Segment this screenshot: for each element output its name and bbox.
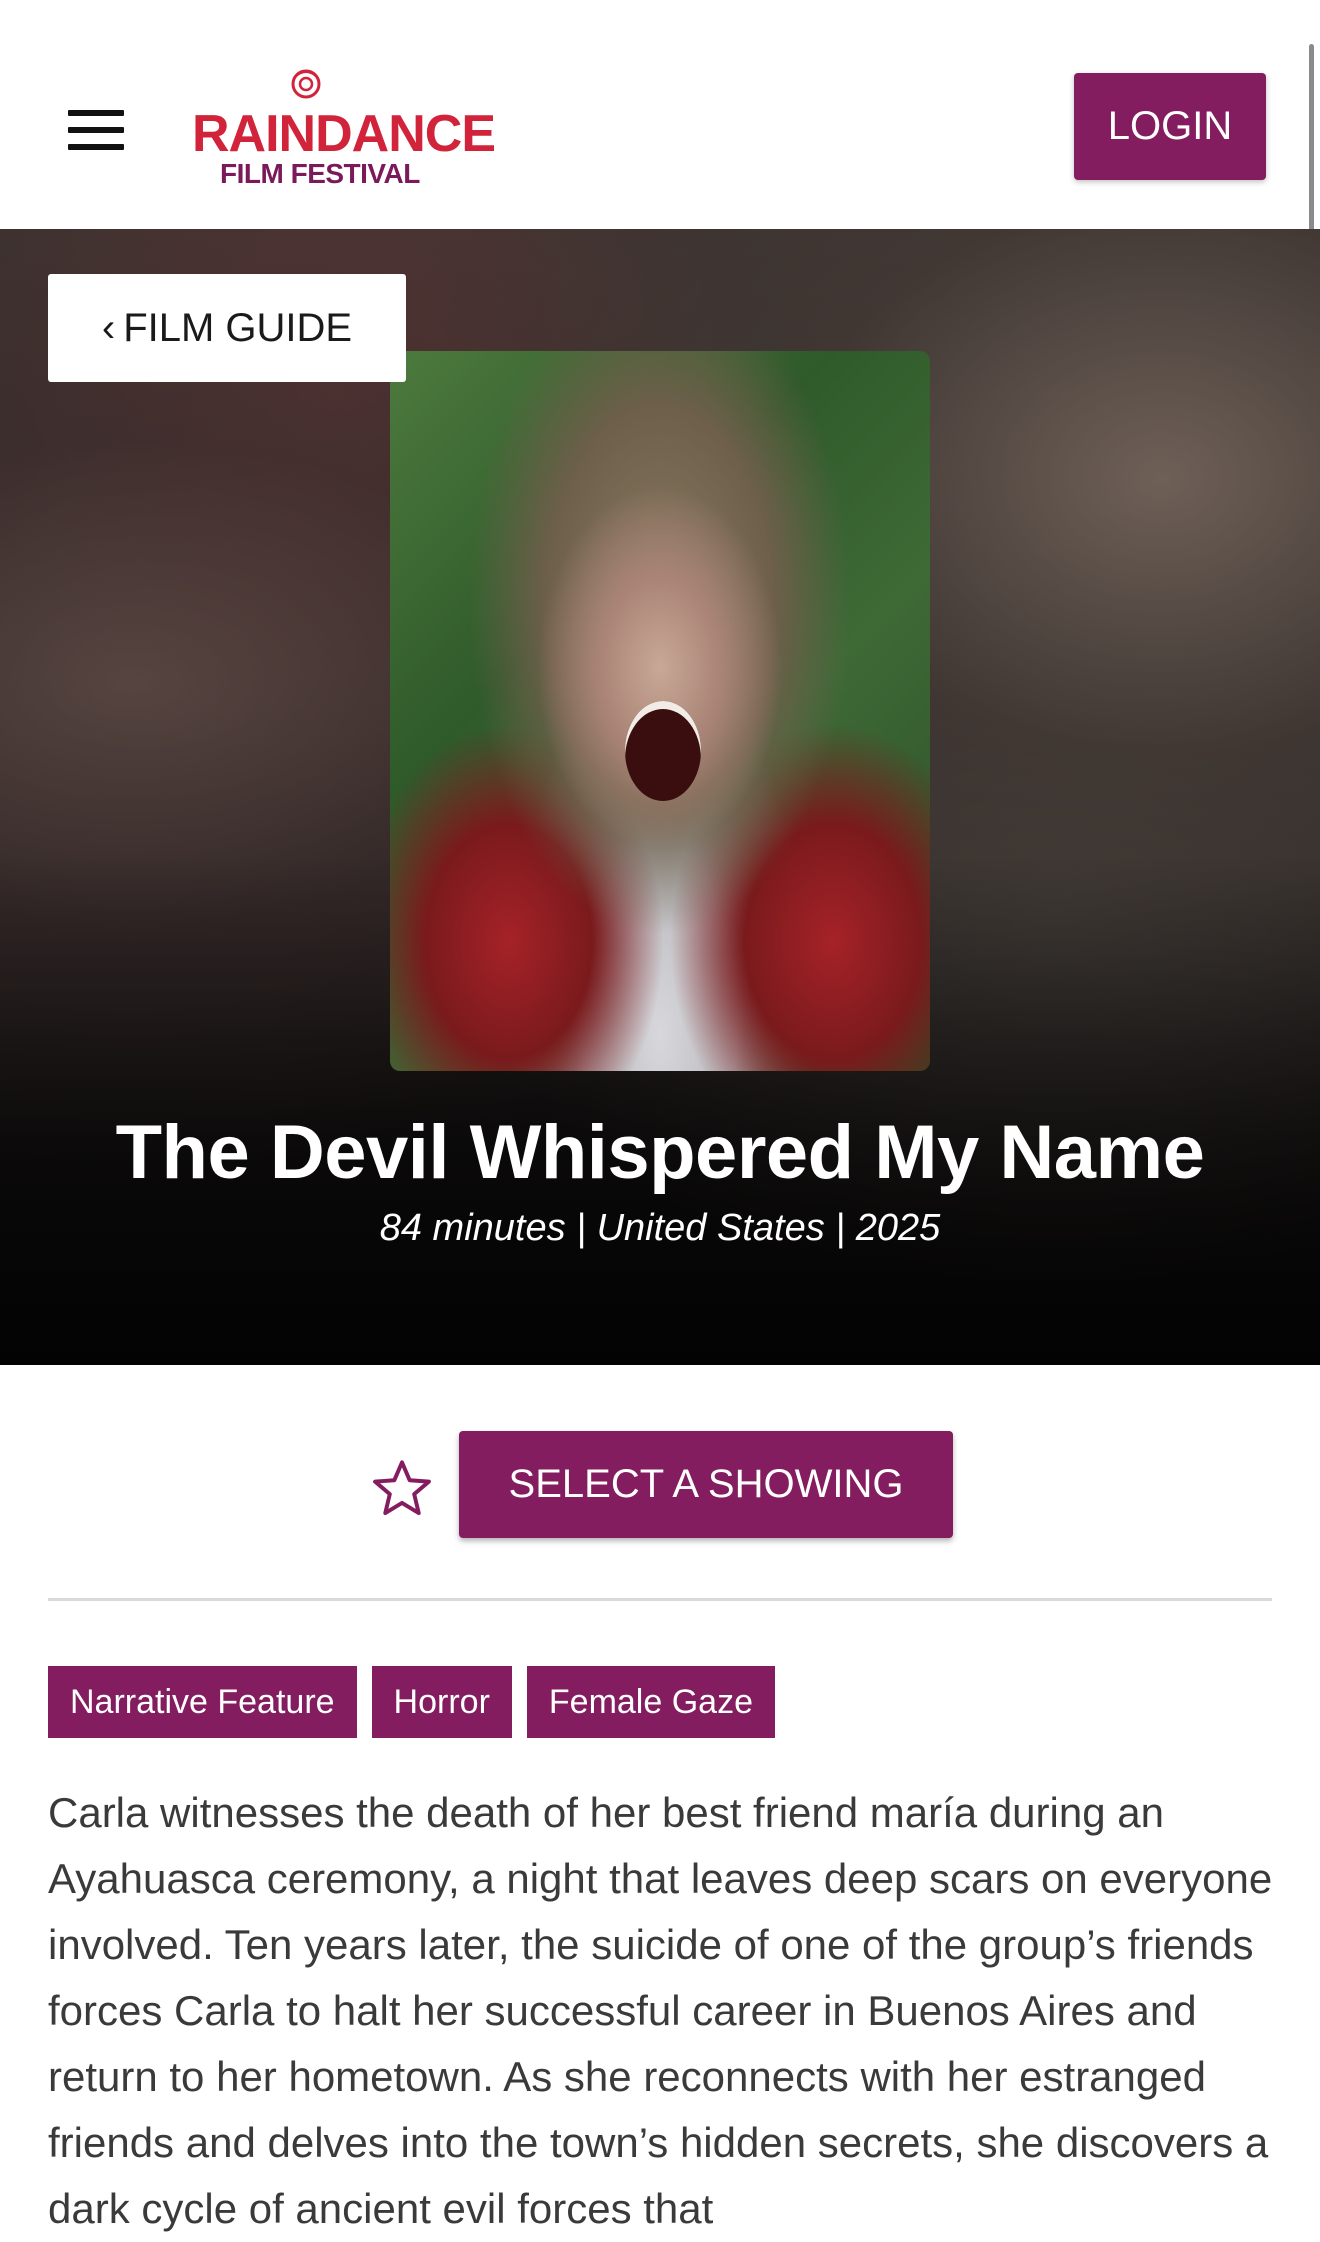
raindance-logo[interactable]: RAINDANCE FILM FESTIVAL [190, 68, 496, 196]
tag-narrative-feature[interactable]: Narrative Feature [48, 1666, 357, 1738]
logo-subtitle: FILM FESTIVAL [220, 158, 420, 189]
poster-detail [625, 701, 701, 801]
tag-female-gaze[interactable]: Female Gaze [526, 1666, 775, 1738]
hamburger-bar [68, 110, 124, 116]
hamburger-icon[interactable] [68, 110, 124, 150]
divider [48, 1598, 1272, 1601]
site-header: RAINDANCE FILM FESTIVAL LOGIN [0, 0, 1320, 229]
film-hero: ‹ FILM GUIDE The Devil Whispered My Name… [0, 229, 1320, 1365]
chevron-left-icon: ‹ [101, 306, 116, 350]
film-guide-back-button[interactable]: ‹ FILM GUIDE [48, 274, 406, 382]
logo-wordmark: RAINDANCE [192, 105, 496, 163]
hamburger-bar [68, 144, 124, 150]
tag-horror[interactable]: Horror [371, 1666, 512, 1738]
film-title: The Devil Whispered My Name [115, 1110, 1205, 1195]
select-showing-button[interactable]: SELECT A SHOWING [459, 1431, 953, 1538]
film-poster [390, 351, 930, 1071]
film-guide-label: FILM GUIDE [123, 305, 353, 350]
login-button[interactable]: LOGIN [1074, 73, 1266, 180]
logo-emblem-icon [291, 69, 321, 99]
film-meta: 84 minutes | United States | 2025 [379, 1207, 941, 1249]
genre-tags: Narrative Feature Horror Female Gaze [48, 1666, 775, 1738]
star-outline-icon[interactable] [368, 1455, 436, 1523]
hamburger-bar [68, 127, 124, 133]
film-synopsis: Carla witnesses the death of her best fr… [48, 1789, 1273, 2232]
